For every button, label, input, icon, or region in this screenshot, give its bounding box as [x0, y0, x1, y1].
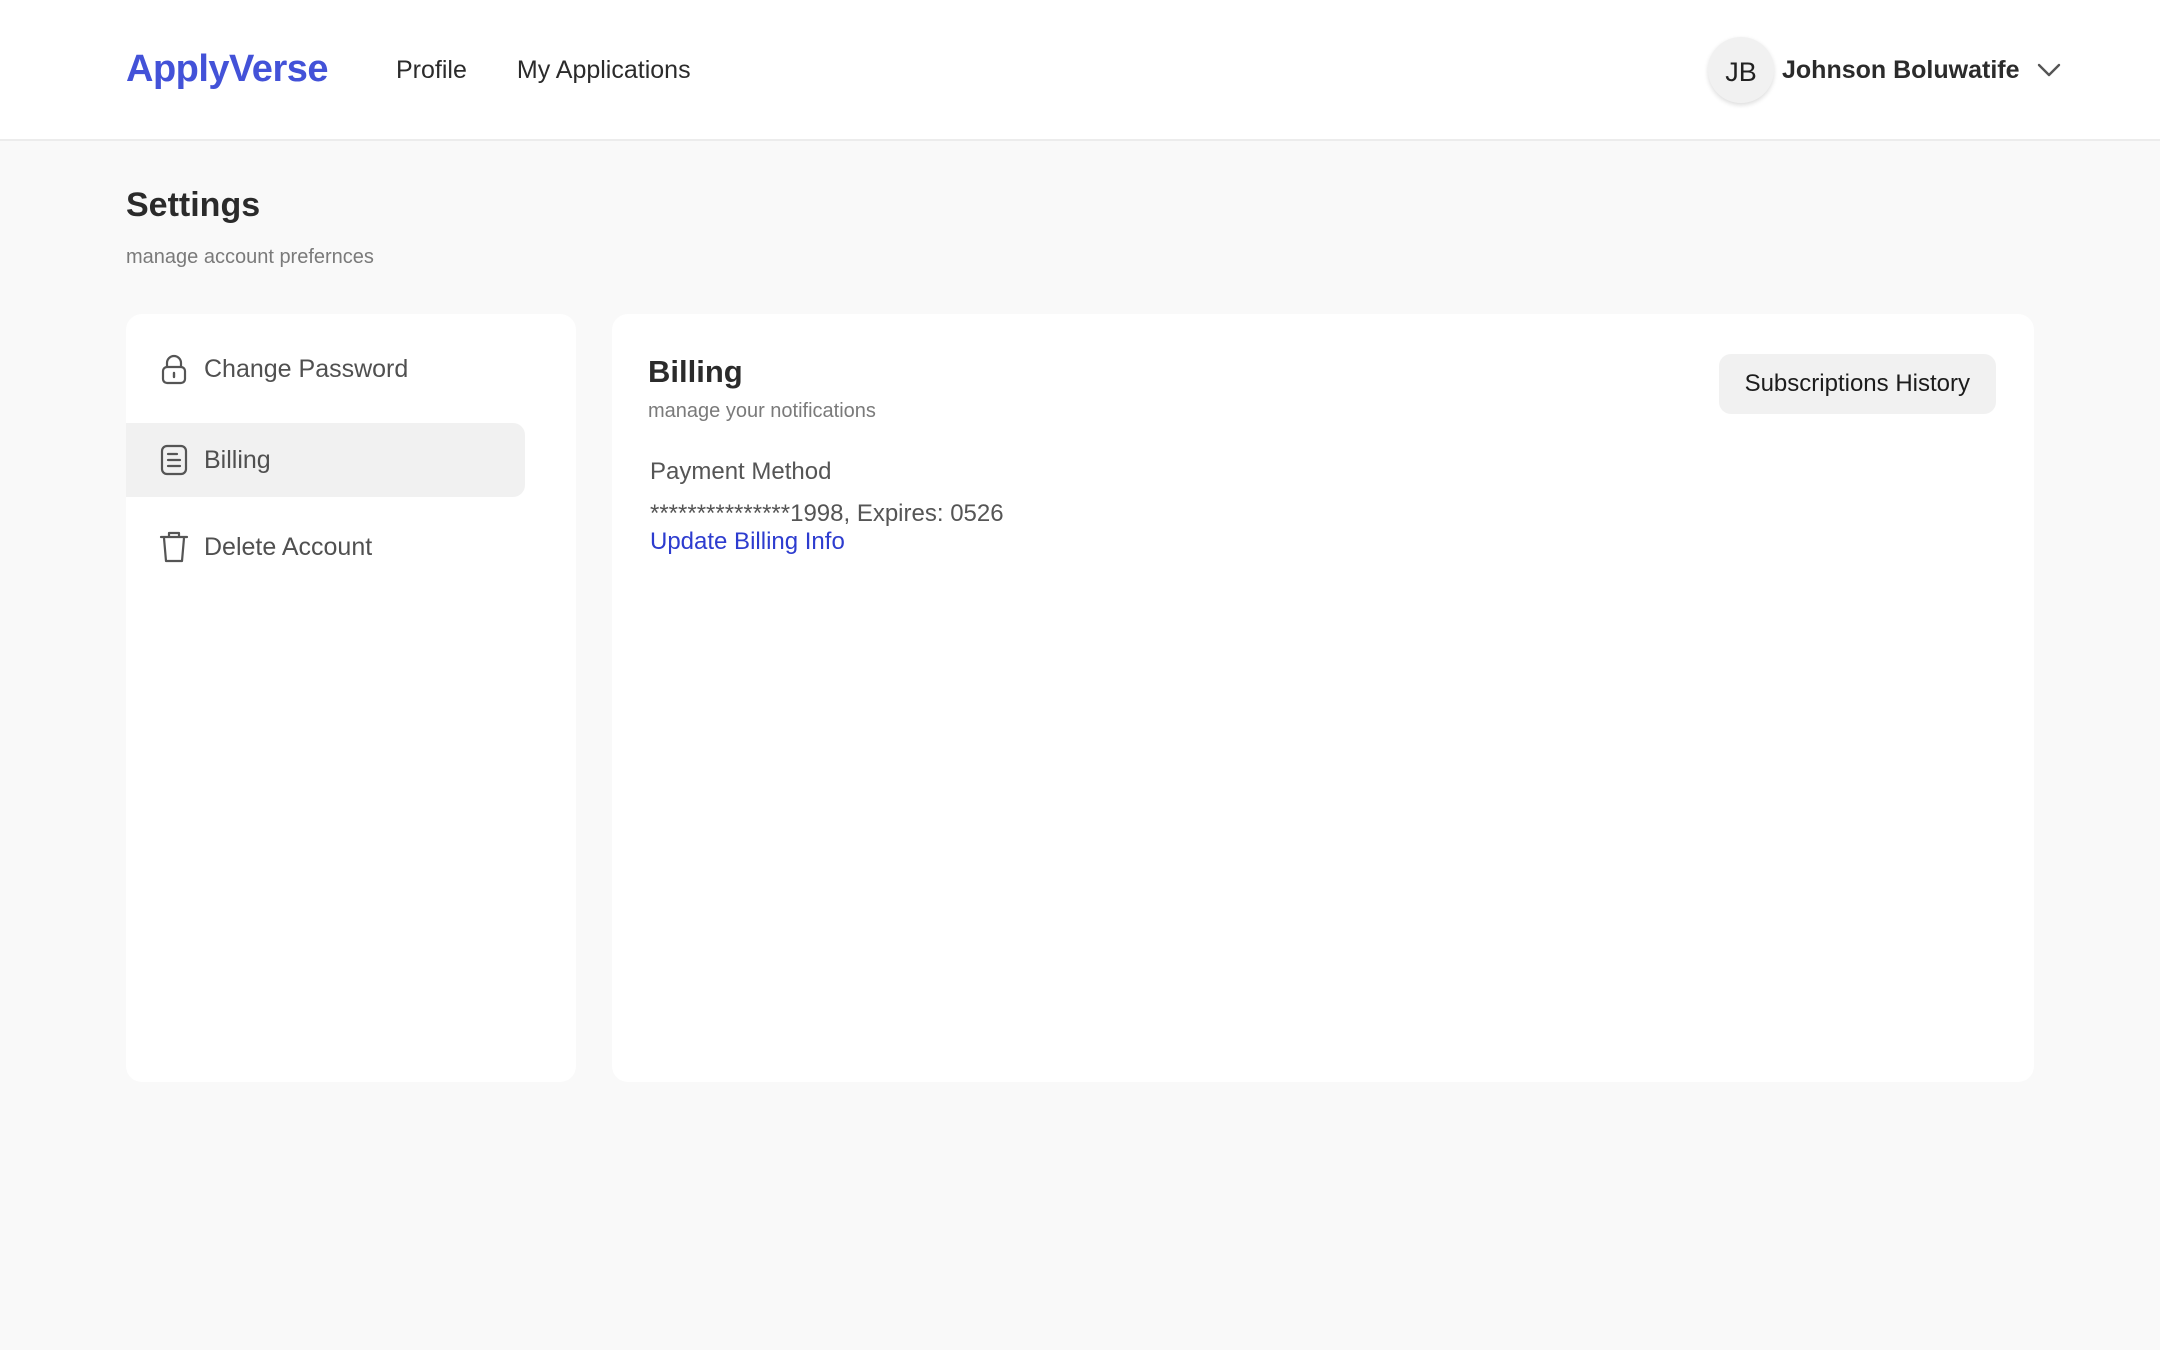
update-billing-info-link[interactable]: Update Billing Info [650, 528, 845, 556]
avatar: JB [1708, 37, 1774, 103]
nav-link-profile[interactable]: Profile [396, 56, 467, 85]
top-navbar: ApplyVerse Profile My Applications JB Jo… [0, 0, 2160, 141]
billing-panel: Billing manage your notifications Subscr… [612, 314, 2034, 1082]
trash-icon [158, 531, 190, 563]
settings-sidebar: Change Password Billing Delete Account [126, 314, 576, 1082]
sidebar-item-label: Billing [204, 445, 271, 474]
nav-link-my-applications[interactable]: My Applications [517, 56, 691, 85]
user-menu[interactable]: JB Johnson Boluwatife [1708, 36, 2062, 104]
page-title: Settings [126, 186, 261, 224]
payment-method-label: Payment Method [650, 458, 832, 485]
subscriptions-history-button[interactable]: Subscriptions History [1718, 354, 1996, 414]
sidebar-item-delete-account[interactable]: Delete Account [126, 510, 525, 584]
sidebar-item-label: Delete Account [204, 532, 373, 561]
user-name: Johnson Boluwatife [1782, 55, 2020, 84]
sidebar-item-change-password[interactable]: Change Password [126, 332, 525, 406]
main-nav: Profile My Applications [396, 56, 691, 85]
billing-subtitle: manage your notifications [648, 400, 876, 422]
brand-logo[interactable]: ApplyVerse [126, 48, 329, 91]
chevron-down-icon[interactable] [2036, 62, 2062, 78]
billing-title: Billing [648, 354, 743, 389]
sidebar-item-label: Change Password [204, 354, 409, 383]
document-icon [158, 444, 190, 476]
lock-icon [158, 353, 190, 385]
card-details: ***************1998, Expires: 0526 [650, 500, 1004, 527]
sidebar-item-billing[interactable]: Billing [126, 423, 525, 497]
page-subtitle: manage account prefernces [126, 246, 374, 268]
